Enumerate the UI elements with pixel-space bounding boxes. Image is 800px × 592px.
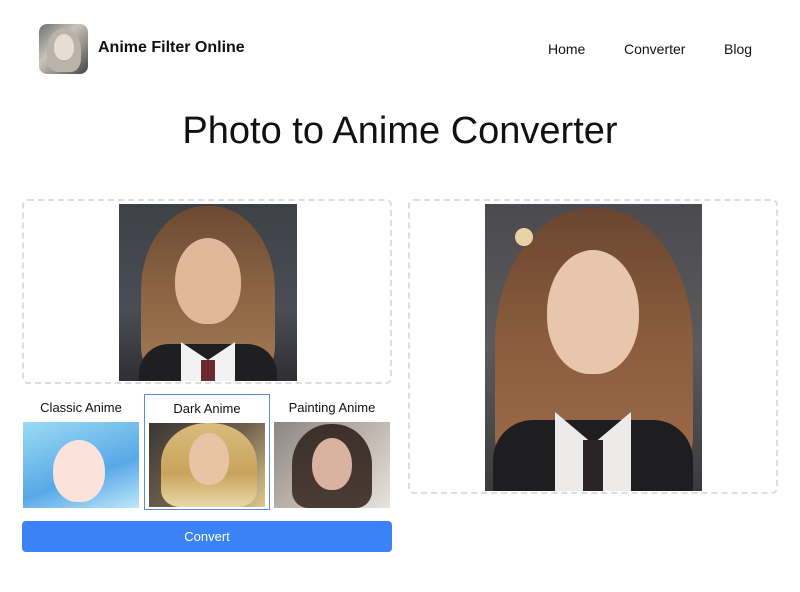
logo-face-shape [54, 34, 74, 60]
style-option-painting-anime[interactable]: Painting Anime [273, 394, 391, 510]
site-header: Anime Filter Online Home Converter Blog [0, 0, 800, 100]
dark-thumb-face [189, 433, 229, 485]
photo-tie [201, 360, 215, 381]
style-label: Painting Anime [288, 400, 376, 415]
photo-face [175, 238, 241, 324]
anime-girl-avatar-icon[interactable] [39, 24, 88, 74]
style-option-classic-anime[interactable]: Classic Anime [22, 394, 140, 510]
anime-tie [583, 440, 603, 491]
anime-face [547, 250, 639, 374]
page-title: Photo to Anime Converter [182, 110, 618, 152]
convert-button[interactable]: Convert [22, 521, 392, 552]
nav-converter[interactable]: Converter [624, 41, 685, 57]
nav-home[interactable]: Home [548, 41, 585, 57]
painting-thumb-face [312, 438, 352, 490]
style-label: Dark Anime [173, 401, 241, 416]
site-brand[interactable]: Anime Filter Online [98, 39, 245, 57]
style-label: Classic Anime [40, 400, 122, 415]
uploaded-photo [119, 204, 297, 381]
painting-anime-thumbnail [274, 422, 390, 508]
nav-blog[interactable]: Blog [724, 41, 752, 57]
flower-hair-icon [515, 228, 533, 246]
anime-result-image [485, 204, 702, 491]
upload-dropzone[interactable] [22, 199, 392, 384]
style-option-dark-anime[interactable]: Dark Anime [144, 394, 270, 510]
classic-anime-thumbnail [23, 422, 139, 508]
dark-anime-thumbnail [149, 423, 265, 507]
result-dropzone [408, 199, 778, 494]
page: Anime Filter Online Home Converter Blog … [0, 0, 800, 592]
classic-thumb-face [53, 440, 105, 502]
